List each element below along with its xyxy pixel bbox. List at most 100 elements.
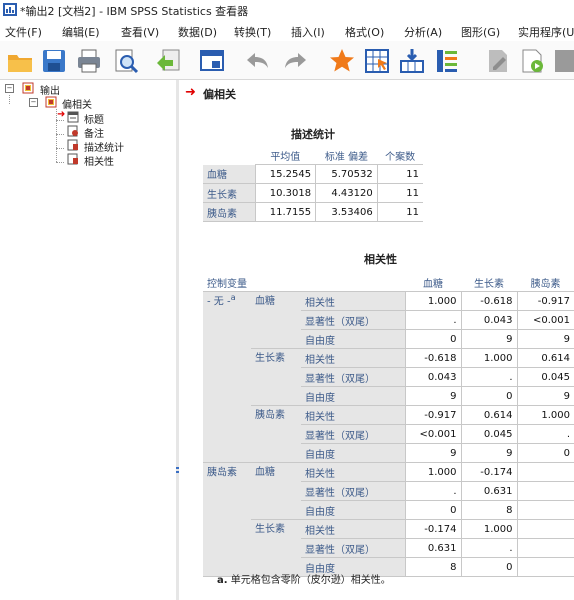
goto-variable-icon[interactable] (398, 47, 426, 75)
menu-graphs[interactable]: 图形(G) (461, 24, 500, 40)
statistic-label: 显著性（双尾） (301, 310, 405, 330)
table-cell[interactable]: 0 (460, 386, 517, 406)
menu-file[interactable]: 文件(F) (5, 24, 42, 40)
table-cell[interactable] (516, 462, 574, 482)
table-cell[interactable]: 8 (404, 557, 461, 577)
table-cell[interactable]: 0.045 (460, 424, 517, 444)
table-cell[interactable]: 11.7155 (254, 202, 316, 222)
redo-icon[interactable] (282, 47, 310, 75)
table-header-row: 平均值 标准 偏差 个案数 (203, 146, 423, 165)
menu-insert[interactable]: 插入(I) (291, 24, 325, 40)
table-cell[interactable]: 9 (404, 443, 461, 463)
toolbar (0, 41, 574, 80)
table-row: 胰岛素 血糖 相关性 1.000 -0.174 (203, 462, 574, 577)
tree-node-correlations[interactable]: 相关性 (0, 153, 170, 168)
table-cell[interactable]: 1.000 (460, 519, 517, 539)
descriptive-stats-table[interactable]: 平均值 标准 偏差 个案数 血糖 15.2545 5.70532 11 生长素 … (203, 146, 423, 222)
table-cell[interactable]: 1.000 (404, 291, 461, 311)
table-cell[interactable]: -0.917 (516, 291, 574, 311)
table-cell[interactable]: 3.53406 (315, 202, 378, 222)
table-cell[interactable]: 0.043 (404, 367, 461, 387)
table-cell[interactable]: -0.917 (404, 405, 461, 425)
tree-node-partial-corr[interactable]: − 偏相关 (0, 96, 170, 111)
table-cell[interactable]: . (460, 538, 517, 558)
table-cell[interactable]: 1.000 (404, 462, 461, 482)
table-cell[interactable]: 0.043 (460, 310, 517, 330)
table-cell[interactable]: 0.631 (404, 538, 461, 558)
table-cell[interactable]: 4.43120 (315, 183, 378, 203)
table-cell[interactable] (516, 557, 574, 577)
table-cell[interactable] (516, 500, 574, 520)
table-cell[interactable]: 0.614 (516, 348, 574, 368)
table-cell[interactable]: 0 (516, 443, 574, 463)
correlations-table[interactable]: 控制变量 血糖 生长素 胰岛素 - 无 -a 血糖 相关性 1.000 -0.618 -0… (203, 273, 574, 577)
print-icon[interactable] (75, 47, 103, 75)
menu-analyze[interactable]: 分析(A) (404, 24, 442, 40)
table-cell[interactable]: -0.618 (460, 291, 517, 311)
table-cell[interactable]: . (404, 310, 461, 330)
table-cell[interactable]: 9 (404, 386, 461, 406)
print-preview-icon[interactable] (112, 47, 140, 75)
title-bar: *输出2 [文档2] - IBM SPSS Statistics 查看器 (0, 0, 574, 20)
column-header-n: 个案数 (377, 146, 423, 165)
table-cell[interactable]: 15.2545 (254, 164, 316, 184)
table-cell[interactable]: 0 (460, 557, 517, 577)
procedure-heading: 偏相关 (203, 88, 236, 101)
table-cell[interactable]: 11 (376, 183, 423, 203)
undo-icon[interactable] (243, 47, 271, 75)
table-cell[interactable]: 5.70532 (315, 164, 378, 184)
tree-node-output[interactable]: − 输出 (0, 82, 170, 97)
collapse-toggle-icon[interactable]: − (29, 98, 38, 107)
table-cell[interactable]: <0.001 (404, 424, 461, 444)
table-cell[interactable]: -0.174 (460, 462, 517, 482)
open-folder-icon[interactable] (6, 47, 34, 75)
table-cell[interactable]: 8 (460, 500, 517, 520)
export-icon[interactable] (155, 47, 183, 75)
table-cell[interactable]: . (404, 481, 461, 501)
table-cell[interactable] (516, 481, 574, 501)
row-header: 胰岛素 (203, 202, 255, 222)
table-cell[interactable]: 0.614 (460, 405, 517, 425)
variables-icon[interactable] (433, 47, 461, 75)
tree-node-desc-stats[interactable]: 描述统计 (0, 139, 170, 154)
recall-dialog-icon[interactable] (198, 47, 226, 75)
table-cell[interactable]: 1.000 (516, 405, 574, 425)
table-cell[interactable]: 0.631 (460, 481, 517, 501)
table-cell[interactable]: 10.3018 (254, 183, 316, 203)
menu-edit[interactable]: 编辑(E) (62, 24, 100, 40)
goto-data-icon[interactable] (328, 47, 356, 75)
tree-label-partial-corr: 偏相关 (62, 100, 92, 111)
designate-window-icon[interactable] (484, 47, 512, 75)
run-icon[interactable] (552, 47, 574, 75)
table-cell[interactable]: 0 (404, 500, 461, 520)
table-cell[interactable]: 11 (376, 202, 423, 222)
table-cell[interactable]: 0 (404, 329, 461, 349)
tree-node-title[interactable]: ➜ 标题 (0, 109, 170, 126)
script-icon[interactable] (518, 47, 546, 75)
table-cell[interactable]: . (516, 424, 574, 444)
table-cell[interactable]: <0.001 (516, 310, 574, 330)
table-cell[interactable]: . (460, 367, 517, 387)
table-cell[interactable]: 0.045 (516, 367, 574, 387)
table-cell[interactable] (516, 519, 574, 539)
save-icon[interactable] (40, 47, 68, 75)
menu-transform[interactable]: 转换(T) (234, 24, 271, 40)
menu-data[interactable]: 数据(D) (178, 24, 217, 40)
statistic-label: 相关性 (301, 405, 405, 425)
table-cell[interactable]: 11 (376, 164, 423, 184)
table-cell[interactable]: -0.618 (404, 348, 461, 368)
table-cell[interactable]: -0.174 (404, 519, 461, 539)
tree-node-notes[interactable]: 备注 (0, 125, 170, 140)
table-cell[interactable]: 9 (460, 443, 517, 463)
goto-case-icon[interactable] (363, 47, 391, 75)
table-cell[interactable]: 9 (516, 386, 574, 406)
menu-utilities[interactable]: 实用程序(U) (518, 24, 574, 40)
table-cell[interactable]: 9 (516, 329, 574, 349)
menu-view[interactable]: 查看(V) (121, 24, 159, 40)
table-cell[interactable]: 9 (460, 329, 517, 349)
table-cell[interactable]: 1.000 (460, 348, 517, 368)
table-row: 胰岛素 11.7155 3.53406 11 (203, 202, 423, 222)
collapse-toggle-icon[interactable]: − (5, 84, 14, 93)
menu-format[interactable]: 格式(O) (345, 24, 384, 40)
table-cell[interactable] (516, 538, 574, 558)
